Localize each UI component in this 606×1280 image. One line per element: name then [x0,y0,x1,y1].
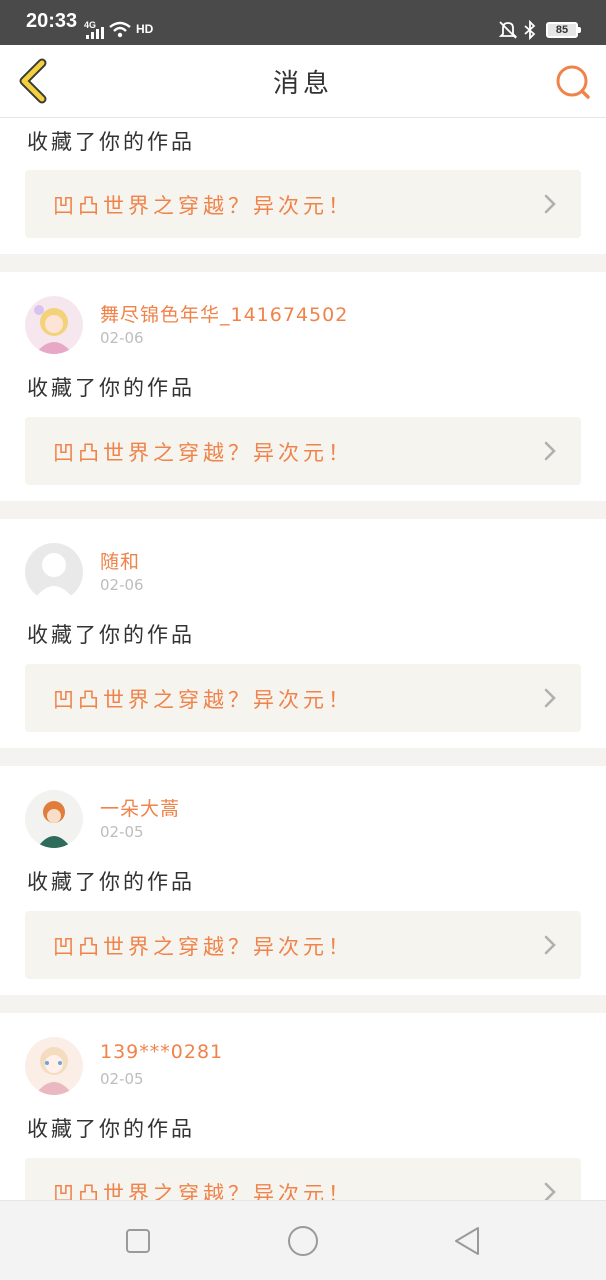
work-link[interactable]: 凹凸世界之穿越？异次元！ [25,911,581,979]
work-title: 凹凸世界之穿越？异次元！ [53,1182,353,1200]
user-row: 139***0281 02-05 [25,1037,585,1097]
message-card: 随和 02-06 收藏了你的作品 凹凸世界之穿越？异次元！ [0,519,606,748]
message-card: 139***0281 02-05 收藏了你的作品 凹凸世界之穿越？异次元！ [0,1013,606,1200]
signal-icon [86,27,104,39]
username[interactable]: 随和 [100,547,140,574]
battery-icon: 85 [546,22,581,38]
system-navigation-bar [0,1200,606,1280]
mute-bell-icon [498,21,518,39]
message-card: 舞尽锦色年华_141674502 02-06 收藏了你的作品 凹凸世界之穿越？异… [0,272,606,501]
avatar[interactable] [25,543,83,601]
back-triangle-icon[interactable] [450,1223,486,1259]
home-icon[interactable] [285,1223,321,1259]
username[interactable]: 139***0281 [100,1041,223,1063]
user-row: 随和 02-06 [25,543,585,603]
message-date: 02-06 [100,576,144,594]
message-card: 收藏了你的作品 凹凸世界之穿越？异次元！ [0,118,606,254]
wifi-icon [109,21,131,38]
message-action: 收藏了你的作品 [27,623,195,647]
avatar[interactable] [25,1037,83,1095]
work-link[interactable]: 凹凸世界之穿越？异次元！ [25,1158,581,1200]
navigation-bar: 消息 [0,45,606,118]
chevron-right-icon [544,688,556,708]
chevron-right-icon [544,1182,556,1200]
message-date: 02-06 [100,329,144,347]
search-icon[interactable] [552,61,592,101]
message-action: 收藏了你的作品 [27,130,195,154]
message-action: 收藏了你的作品 [27,376,195,400]
chevron-right-icon [544,194,556,214]
user-row: 舞尽锦色年华_141674502 02-06 [25,296,585,356]
work-title: 凹凸世界之穿越？异次元！ [53,441,353,465]
work-link[interactable]: 凹凸世界之穿越？异次元！ [25,170,581,238]
message-date: 02-05 [100,1070,144,1088]
message-action: 收藏了你的作品 [27,1117,195,1141]
message-card: 一朵大蒿 02-05 收藏了你的作品 凹凸世界之穿越？异次元！ [0,766,606,995]
avatar[interactable] [25,790,83,848]
work-link[interactable]: 凹凸世界之穿越？异次元！ [25,664,581,732]
work-link[interactable]: 凹凸世界之穿越？异次元！ [25,417,581,485]
recent-apps-icon[interactable] [120,1223,156,1259]
message-action: 收藏了你的作品 [27,870,195,894]
username[interactable]: 一朵大蒿 [100,794,180,821]
work-title: 凹凸世界之穿越？异次元！ [53,935,353,959]
status-time: 20:33 [26,10,78,32]
page-title: 消息 [272,69,333,99]
bluetooth-icon [524,20,536,40]
message-date: 02-05 [100,823,144,841]
username[interactable]: 舞尽锦色年华_141674502 [100,300,348,327]
user-row: 一朵大蒿 02-05 [25,790,585,850]
avatar[interactable] [25,296,83,354]
work-title: 凹凸世界之穿越？异次元！ [53,688,353,712]
status-bar: 20:33 4G HD 85 [0,0,606,45]
message-list[interactable]: 收藏了你的作品 凹凸世界之穿越？异次元！ 舞尽锦色年华_141674502 02… [0,118,606,1200]
chevron-right-icon [544,935,556,955]
work-title: 凹凸世界之穿越？异次元！ [53,194,353,218]
hd-indicator: HD [136,22,154,36]
chevron-right-icon [544,441,556,461]
